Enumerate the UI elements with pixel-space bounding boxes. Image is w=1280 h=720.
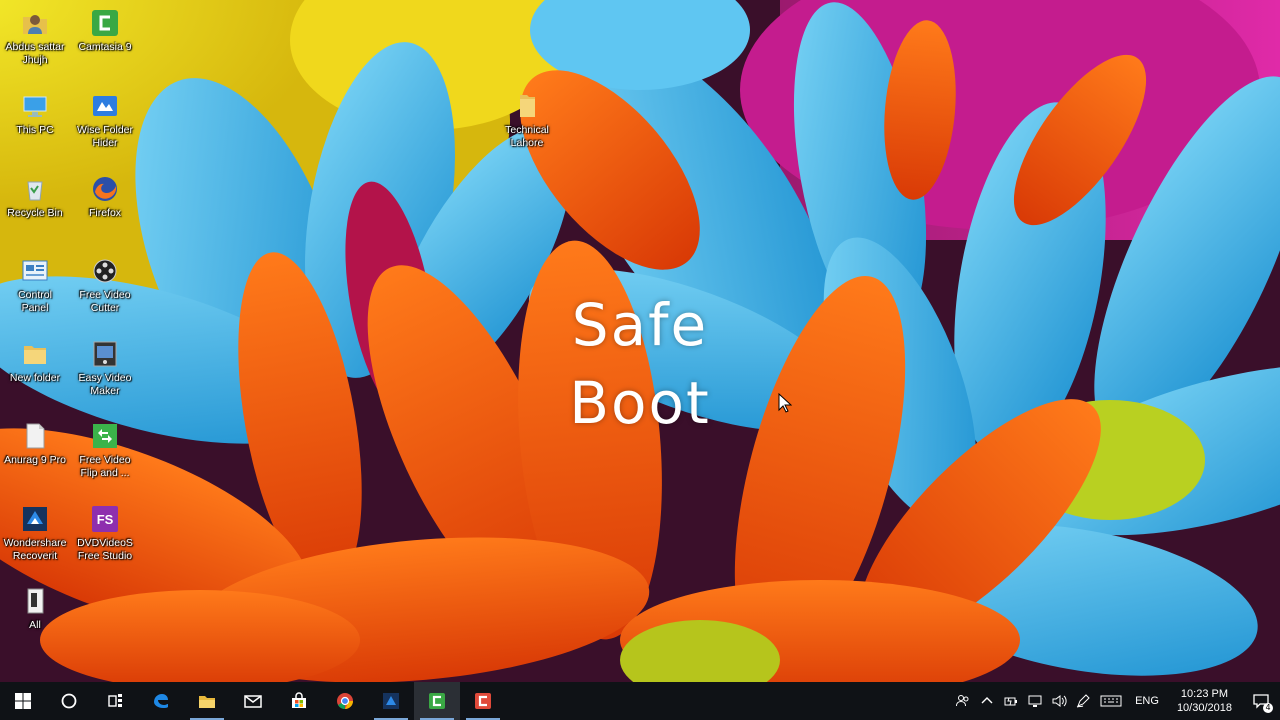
system-tray: ENG 10:23 PM 10/30/2018 4 (951, 682, 1280, 720)
tray-date: 10/30/2018 (1176, 702, 1232, 714)
desktop-icon-easy-video-maker[interactable]: Easy Video Maker (70, 339, 140, 398)
desktop-icon-control-panel[interactable]: Control Panel (0, 256, 70, 315)
start-button[interactable] (0, 682, 46, 720)
camtasia-recorder-icon (475, 693, 491, 709)
video-overlay-title: Safe Boot (520, 286, 760, 442)
desktop-icon-this-pc[interactable]: This PC (0, 91, 70, 137)
wise-folder-icon (90, 91, 120, 121)
folder-icon (20, 339, 50, 369)
battery-plug-icon (1004, 697, 1018, 706)
camtasia-icon (90, 8, 120, 38)
task-view-icon (108, 694, 122, 707)
people-icon (956, 695, 969, 707)
tray-show-hidden-button[interactable] (975, 682, 999, 720)
video-flip-icon (90, 421, 120, 451)
desktop-icon-technical-lahore[interactable]: Technical Lahore (492, 91, 562, 150)
taskbar-file-explorer[interactable] (184, 682, 230, 720)
camtasia-icon (429, 693, 445, 709)
taskbar-store[interactable] (276, 682, 322, 720)
wondershare-icon (383, 693, 399, 709)
desktop-icon-dvdvideosoft-free-studio[interactable]: FS DVDVideoS Free Studio (70, 504, 140, 563)
tray-language[interactable]: ENG (1127, 695, 1167, 707)
tray-people-button[interactable] (951, 682, 975, 720)
chevron-up-icon (981, 697, 993, 704)
desktop-icon-wise-folder-hider[interactable]: Wise Folder Hider (70, 91, 140, 150)
film-reel-icon (90, 256, 120, 286)
taskbar-mail[interactable] (230, 682, 276, 720)
mouse-cursor-icon (778, 393, 792, 413)
tray-time: 10:23 PM (1180, 688, 1229, 700)
tray-battery-button[interactable] (999, 682, 1023, 720)
tray-clock[interactable]: 10:23 PM 10/30/2018 (1167, 687, 1242, 715)
control-panel-icon (20, 256, 50, 286)
tray-keyboard-button[interactable] (1095, 682, 1127, 720)
network-icon (1028, 695, 1042, 707)
taskbar-wondershare[interactable] (368, 682, 414, 720)
tray-pen-button[interactable] (1071, 682, 1095, 720)
desktop-icon-wondershare-recoverit[interactable]: Wondershare Recoverit (0, 504, 70, 563)
document-icon (20, 586, 50, 616)
speaker-icon (1052, 695, 1067, 707)
recoverit-icon (20, 504, 50, 534)
free-studio-icon: FS (90, 504, 120, 534)
video-maker-icon (90, 339, 120, 369)
desktop-icon-new-folder[interactable]: New folder (0, 339, 70, 385)
desktop-icon-recycle-bin[interactable]: Recycle Bin (0, 174, 70, 220)
cortana-circle-icon (61, 693, 77, 709)
chrome-icon (337, 693, 353, 710)
folder-icon (512, 91, 542, 121)
store-icon (292, 692, 306, 708)
free-studio-badge: FS (97, 512, 114, 527)
tray-network-button[interactable] (1023, 682, 1047, 720)
taskbar-edge[interactable] (138, 682, 184, 720)
pen-icon (1076, 694, 1090, 708)
overlay-line-2: Boot (569, 369, 711, 437)
desktop-icon-free-video-flip[interactable]: Free Video Flip and ... (70, 421, 140, 480)
desktop-icon-abdus-sattar[interactable]: Abdus sattar Jhujh (0, 8, 70, 67)
task-view-button[interactable] (92, 682, 138, 720)
taskbar-camtasia-recorder[interactable] (460, 682, 506, 720)
mail-icon (244, 695, 262, 708)
computer-icon (20, 91, 50, 121)
windows-start-icon (15, 693, 31, 709)
desktop-icon-firefox[interactable]: Firefox (70, 174, 140, 220)
taskbar-chrome[interactable] (322, 682, 368, 720)
notification-count-badge: 4 (1263, 703, 1273, 713)
desktop-icon-camtasia[interactable]: Camtasia 9 (70, 8, 140, 54)
overlay-line-1: Safe (571, 291, 709, 359)
recycle-bin-icon (20, 174, 50, 204)
file-explorer-icon (199, 696, 215, 708)
user-folder-icon (20, 8, 50, 38)
action-center-button[interactable]: 4 (1242, 682, 1280, 720)
document-icon (20, 421, 50, 451)
edge-icon (154, 694, 168, 708)
desktop-icon-anurag-9-pro[interactable]: Anurag 9 Pro (0, 421, 70, 467)
firefox-icon (90, 174, 120, 204)
desktop-icon-free-video-cutter[interactable]: Free Video Cutter (70, 256, 140, 315)
taskbar-camtasia[interactable] (414, 682, 460, 720)
desktop-icon-all[interactable]: All (0, 586, 70, 632)
tray-volume-button[interactable] (1047, 682, 1071, 720)
cortana-button[interactable] (46, 682, 92, 720)
keyboard-icon (1100, 695, 1122, 707)
taskbar: ENG 10:23 PM 10/30/2018 4 (0, 682, 1280, 720)
